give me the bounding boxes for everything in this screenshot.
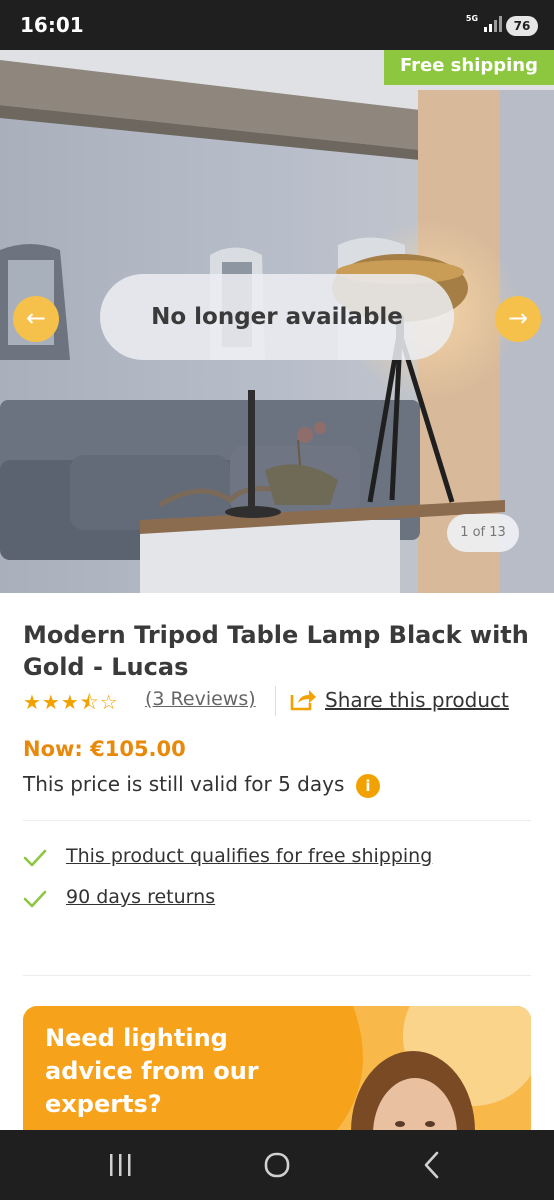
product-price: Now: €105.00 [23, 737, 186, 761]
signal-icon [484, 16, 502, 32]
back-icon[interactable] [412, 1148, 452, 1182]
status-time: 16:01 [20, 13, 84, 37]
gallery-image-counter: 1 of 13 [447, 514, 519, 552]
info-icon[interactable]: i [356, 774, 380, 798]
reviews-link[interactable]: (3 Reviews) [145, 688, 256, 710]
usp-free-shipping: This product qualifies for free shipping [23, 844, 531, 874]
rating-stars: ★★★⯪☆ [23, 690, 119, 714]
divider [275, 686, 276, 716]
rating-share-row: ★★★⯪☆ (3 Reviews) Share this product [23, 686, 533, 716]
free-shipping-badge: Free shipping [384, 50, 554, 85]
usp-free-shipping-link[interactable]: This product qualifies for free shipping [66, 845, 432, 867]
home-icon[interactable] [257, 1148, 297, 1182]
check-icon [23, 890, 47, 908]
gallery-prev-button[interactable]: ← [13, 296, 59, 342]
advice-banner-heading: Need lighting advice from our experts? [45, 1024, 259, 1118]
system-navigation-bar [0, 1130, 554, 1200]
section-divider [23, 820, 531, 821]
usp-returns: 90 days returns [23, 885, 531, 915]
check-icon [23, 849, 47, 867]
gallery-next-button[interactable]: → [495, 296, 541, 342]
availability-overlay: No longer available [100, 274, 454, 360]
battery-indicator: 76 [506, 16, 538, 36]
product-title: Modern Tripod Table Lamp Black with Gold… [23, 621, 529, 681]
recent-apps-icon[interactable] [100, 1148, 140, 1182]
usp-returns-link[interactable]: 90 days returns [66, 886, 215, 908]
lighting-advice-banner[interactable]: Need lighting advice from our experts? [23, 1006, 531, 1146]
share-product-link[interactable]: Share this product [325, 688, 509, 712]
product-image-gallery[interactable]: Free shipping ← No longer available → 1 … [0, 50, 554, 593]
status-bar: 16:01 5G 76 [0, 0, 554, 50]
network-type-indicator: 5G [465, 14, 479, 23]
price-validity-text: This price is still valid for 5 days [23, 772, 345, 796]
section-divider [23, 975, 531, 976]
share-icon[interactable] [289, 688, 317, 712]
